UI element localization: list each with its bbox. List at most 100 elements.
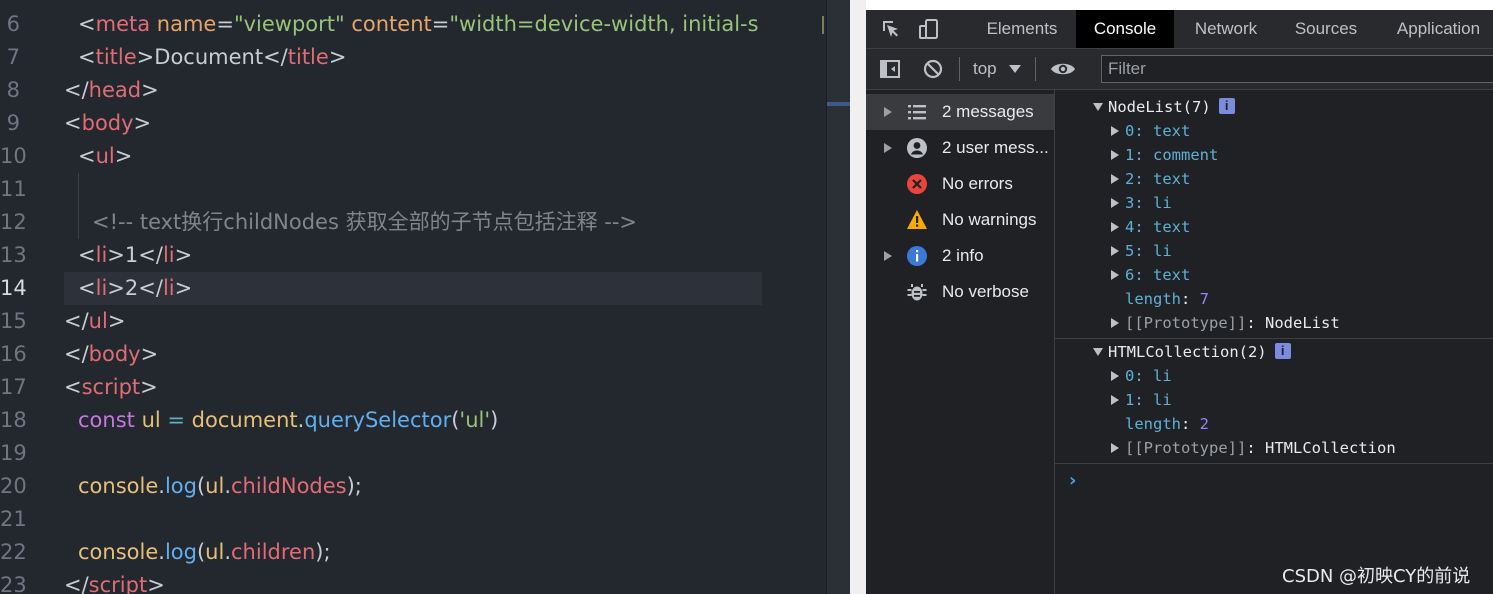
object-entry[interactable]: 1: comment [1111,143,1218,167]
sidebar-item-label: No warnings [942,210,1037,229]
code-text: <script> [64,371,158,404]
code-line[interactable]: 15 </ul> [0,305,826,338]
pane-splitter[interactable] [850,0,866,594]
expand-arrow-icon[interactable] [884,107,892,117]
eye-icon[interactable] [1050,58,1076,80]
sidebar-item-label: No verbose [942,282,1029,301]
code-token: ul [95,144,115,168]
entry-value: text [1153,122,1191,140]
code-token: <!-- text换行childNodes 获取全部的子节点包括注释 --> [92,210,637,234]
inspect-element-icon[interactable] [880,18,902,40]
tab-network[interactable]: Network [1176,10,1276,48]
collapsed-arrow-icon[interactable] [1111,125,1119,136]
info-icon[interactable]: i [1274,342,1291,359]
code-line[interactable]: 11 [0,173,826,206]
object-entry[interactable]: 2: text [1111,167,1190,191]
code-line[interactable]: 8 </head> [0,74,826,107]
sidebar-item-warning[interactable]: No warnings [866,202,1054,238]
console-prompt[interactable]: › [1069,470,1076,491]
code-line[interactable]: 14 <li>2</li> [0,272,826,305]
object-entry[interactable]: 0: text [1111,119,1190,143]
code-line[interactable]: 9 <body> [0,107,826,140]
collapsed-arrow-icon[interactable] [1111,221,1119,232]
expanded-arrow-icon[interactable] [1093,102,1103,111]
minimap[interactable] [762,0,826,594]
code-token: "viewport" [233,12,352,36]
object-header[interactable]: NodeList(7) i [1093,95,1235,119]
object-entry[interactable]: 6: text [1111,263,1190,287]
collapsed-arrow-icon[interactable] [1111,442,1119,453]
prototype-entry[interactable]: [[Prototype]]: NodeList [1111,311,1340,335]
tab-sources[interactable]: Sources [1278,10,1374,48]
code-text: <li>1</li> [78,239,192,272]
scrollbar-position-marker [827,102,851,106]
code-line[interactable]: 22 console.log(ul.children); [0,536,826,569]
code-line[interactable]: 12 <!-- text换行childNodes 获取全部的子节点包括注释 --> [0,206,826,239]
code-token: . [158,540,165,564]
collapsed-arrow-icon[interactable] [1111,149,1119,160]
sidebar-item-info[interactable]: 2 info [866,238,1054,274]
clear-console-icon[interactable] [922,58,944,80]
code-token: ul [205,474,225,498]
object-header[interactable]: HTMLCollection(2) i [1093,340,1291,364]
tab-console[interactable]: Console [1076,10,1174,48]
collapsed-arrow-icon[interactable] [1111,197,1119,208]
collapsed-arrow-icon[interactable] [1111,317,1119,328]
code-line[interactable]: 20 console.log(ul.childNodes); [0,470,826,503]
code-token: < [78,276,96,300]
entry-colon: : [1134,367,1154,385]
object-entry[interactable]: 1: li [1111,388,1172,412]
collapsed-arrow-icon[interactable] [1111,370,1119,381]
code-token: childNodes [231,474,347,498]
chevron-down-icon[interactable] [1009,65,1021,73]
code-line[interactable]: 21 [0,503,826,536]
sidebar-item-list[interactable]: 2 messages [866,94,1054,130]
collapsed-arrow-icon[interactable] [1111,394,1119,405]
code-editor[interactable]: 6 <meta name="viewport" content="width=de… [0,0,826,594]
expand-arrow-icon[interactable] [884,143,892,153]
length-key: length [1125,290,1181,308]
tab-application[interactable]: Application [1376,10,1493,48]
expand-arrow-icon[interactable] [884,251,892,261]
object-entry[interactable]: 5: li [1111,239,1172,263]
code-line[interactable]: 7 <title>Document</title> [0,41,826,74]
expanded-arrow-icon[interactable] [1093,347,1103,356]
code-text: <body> [64,107,151,140]
code-line[interactable]: 19 [0,437,826,470]
code-token: head [88,78,142,102]
context-selector[interactable]: top [973,49,997,89]
code-token: </ [64,342,89,366]
info-icon[interactable]: i [1218,97,1235,114]
indent-guide [78,173,79,239]
toolbar-separator [959,57,960,81]
collapsed-arrow-icon[interactable] [1111,269,1119,280]
code-line[interactable]: 18 const ul = document.querySelector('ul'… [0,404,826,437]
sidebar-item-error[interactable]: No errors [866,166,1054,202]
prototype-entry[interactable]: [[Prototype]]: HTMLCollection [1111,436,1396,460]
object-entry[interactable]: 3: li [1111,191,1172,215]
code-line[interactable]: 10 <ul> [0,140,826,173]
console-output: NodeList(7) i 0: text 1: comment 2: text 3: l… [1055,90,1493,594]
object-entry[interactable]: 4: text [1111,215,1190,239]
editor-scrollbar[interactable] [826,0,851,594]
collapsed-arrow-icon[interactable] [1111,173,1119,184]
code-text: const ul = document.querySelector('ul') [78,404,498,437]
sidebar-item-bug[interactable]: No verbose [866,274,1054,310]
device-toolbar-icon[interactable] [918,18,940,40]
code-line[interactable]: 6 <meta name="viewport" content="width=de… [0,8,826,41]
object-entry[interactable]: 0: li [1111,364,1172,388]
filter-input[interactable] [1101,55,1493,83]
code-line[interactable]: 17 <script> [0,371,826,404]
sidebar-toggle-icon[interactable] [879,58,901,80]
tab-elements[interactable]: Elements [970,10,1074,48]
code-token: children [231,540,316,564]
code-line[interactable]: 23 </script> [0,569,826,594]
line-number: 13 [0,243,27,267]
entry-key: 3 [1125,194,1135,212]
collapsed-arrow-icon[interactable] [1111,245,1119,256]
sidebar-item-user[interactable]: 2 user mess... [866,130,1054,166]
code-token: </ [263,45,288,69]
code-line[interactable]: 16 </body> [0,338,826,371]
code-token: ul [205,540,225,564]
code-line[interactable]: 13 <li>1</li> [0,239,826,272]
